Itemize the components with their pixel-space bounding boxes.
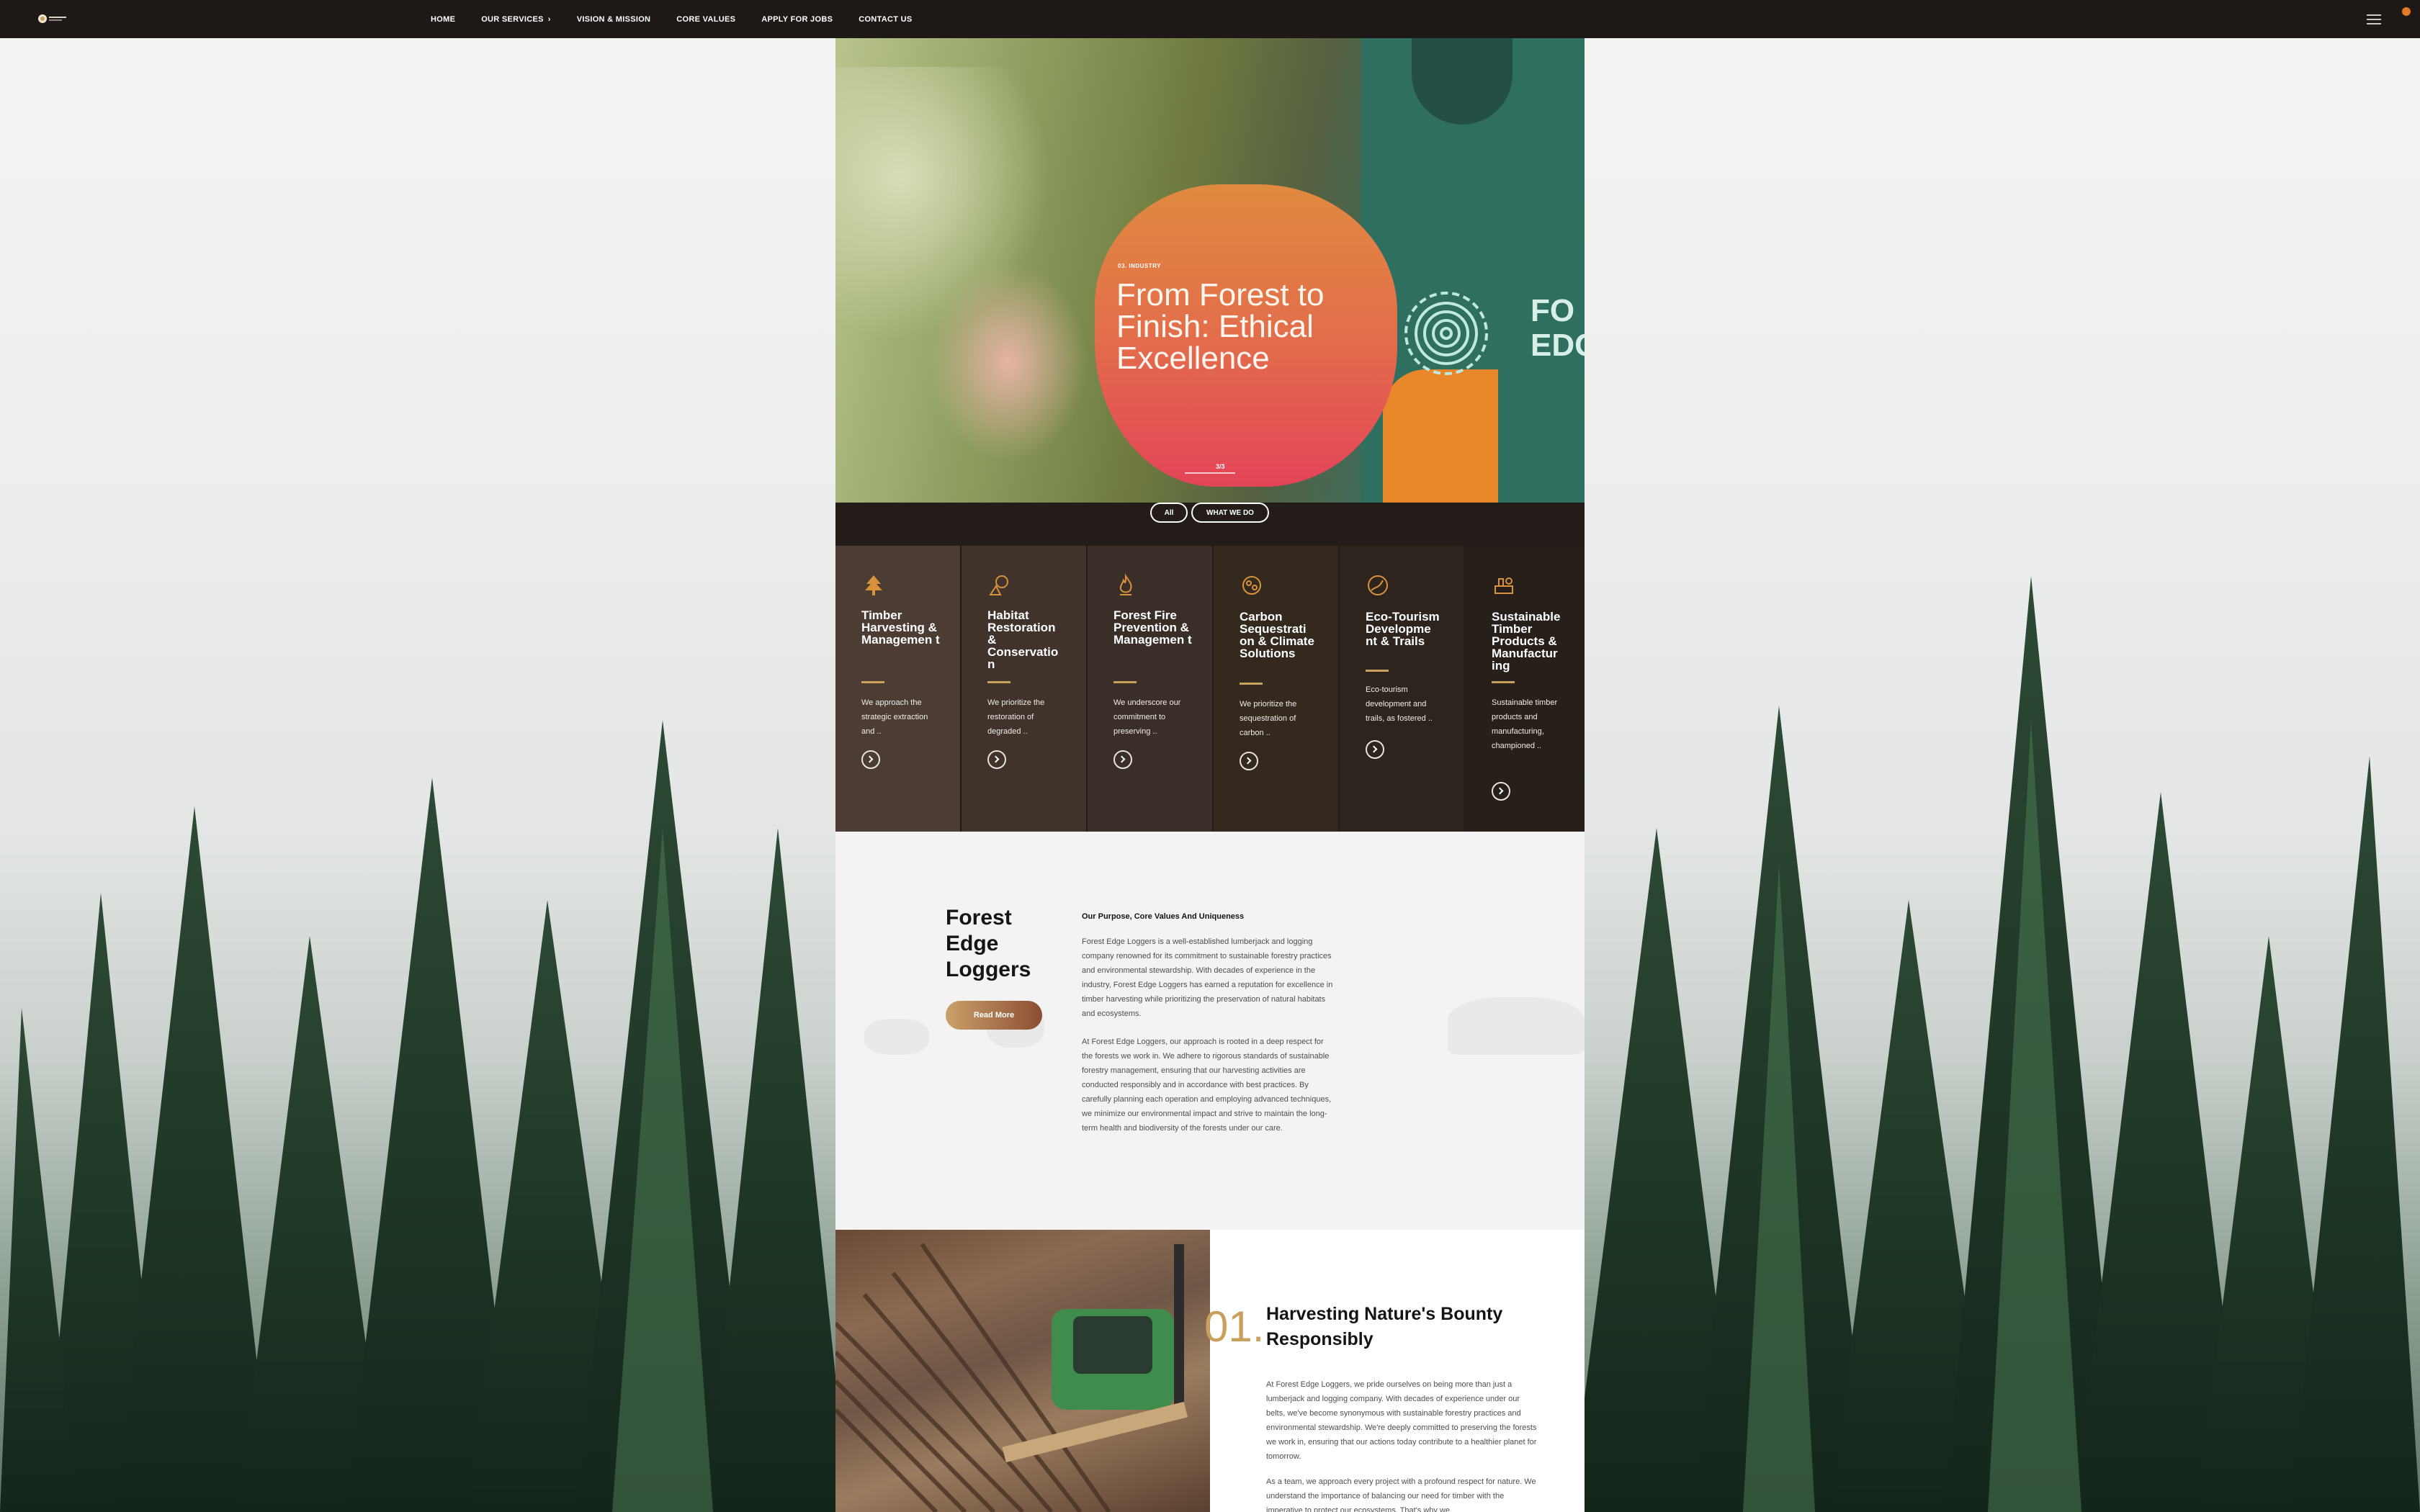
nav-contact-us[interactable]: CONTACT US — [859, 15, 912, 24]
service-card-carbon[interactable]: Carbon Sequestrati on & Climate Solution… — [1214, 546, 1338, 832]
service-divider — [861, 681, 884, 683]
log-stack-illustration — [835, 1243, 1188, 1512]
service-card-timber-products[interactable]: Sustainable Timber Products & Manufactur… — [1466, 546, 1585, 832]
arrow-right-icon[interactable] — [1113, 750, 1132, 769]
service-title: Sustainable Timber Products & Manufactur… — [1492, 610, 1561, 672]
service-divider — [1366, 670, 1389, 672]
service-title: Forest Fire Prevention & Managemen t — [1113, 608, 1192, 647]
service-title: Eco-Tourism Developme nt & Trails — [1366, 610, 1440, 648]
nav-apply-for-jobs[interactable]: APPLY FOR JOBS — [761, 15, 833, 24]
section-number: 01. — [1204, 1302, 1265, 1351]
hero-slider: FO EDG 03. INDUSTRY From Forest to Finis… — [835, 38, 1585, 503]
service-text: We underscore our commitment to preservi… — [1113, 698, 1181, 736]
notification-dot — [2402, 7, 2411, 16]
service-card-ecotourism[interactable]: Eco-Tourism Developme nt & Trails Eco-to… — [1340, 546, 1464, 832]
harvest-title: Harvesting Nature's Bounty Responsibly — [1266, 1304, 1503, 1349]
hamburger-menu-icon[interactable] — [2367, 14, 2381, 24]
service-title: Timber Harvesting & Managemen t — [861, 608, 940, 647]
service-text: We approach the strategic extraction and… — [861, 698, 928, 736]
harvest-paragraph-2: As a team, we approach every project wit… — [1266, 1477, 1536, 1512]
slide-counter: 3/3 — [1216, 463, 1225, 470]
service-card-fire[interactable]: Forest Fire Prevention & Managemen t We … — [1088, 546, 1212, 832]
service-card-timber[interactable]: Timber Harvesting & Managemen t We appro… — [835, 546, 960, 832]
carbon-icon — [1242, 576, 1261, 595]
service-text: We prioritize the sequestration of carbo… — [1240, 700, 1297, 737]
services-section: All WHAT WE DO Timber Harvesting & Manag… — [835, 503, 1585, 832]
service-divider — [1240, 683, 1263, 685]
main-content: FO EDG 03. INDUSTRY From Forest to Finis… — [835, 38, 1585, 1512]
arrow-right-icon[interactable] — [1366, 740, 1384, 759]
about-subtitle: Our Purpose, Core Values And Uniqueness — [1082, 912, 1245, 921]
service-card-habitat[interactable]: Habitat Restoration & Conservatio n We p… — [962, 546, 1086, 832]
nav-our-services[interactable]: OUR SERVICES › — [481, 15, 551, 24]
habitat-icon — [989, 575, 1008, 595]
flame-icon — [1119, 573, 1132, 595]
hero-bokeh-pink — [922, 254, 1095, 470]
arrow-right-icon[interactable] — [1240, 752, 1258, 770]
sawmill-icon — [1494, 577, 1513, 594]
arrow-right-icon[interactable] — [1492, 782, 1510, 801]
about-title: Forest Edge Loggers — [946, 906, 1031, 981]
harvest-section: 01. Harvesting Nature's Bounty Responsib… — [835, 1230, 1585, 1512]
saw-blade-logo-icon — [1404, 292, 1488, 375]
arrow-right-icon[interactable] — [987, 750, 1006, 769]
harvest-paragraph-1: At Forest Edge Loggers, we pride ourselv… — [1266, 1380, 1537, 1461]
company-logo[interactable] — [37, 13, 68, 24]
nav-core-values[interactable]: CORE VALUES — [676, 15, 735, 24]
about-paragraph-1: Forest Edge Loggers is a well-establishe… — [1082, 937, 1333, 1018]
read-more-button[interactable]: Read More — [946, 1001, 1042, 1030]
slider-progress[interactable] — [1185, 472, 1235, 474]
about-paragraph-2: At Forest Edge Loggers, our approach is … — [1082, 1038, 1332, 1133]
ghost-shape — [864, 1019, 929, 1055]
harvester-machine-image — [835, 1230, 1210, 1512]
service-title: Habitat Restoration & Conservatio n — [987, 608, 1059, 671]
slide-title: From Forest to Finish: Ethical Excellenc… — [1116, 277, 1325, 376]
top-navbar: HOME OUR SERVICES › VISION & MISSION COR… — [0, 0, 2420, 38]
service-divider — [987, 681, 1010, 683]
trail-icon — [1368, 575, 1388, 595]
arrow-right-icon[interactable] — [861, 750, 880, 769]
slide-tag: 03. INDUSTRY — [1118, 263, 1161, 269]
tree-icon — [865, 575, 882, 595]
service-text: Sustainable timber products and manufact… — [1492, 698, 1558, 750]
filter-what-we-do[interactable]: WHAT WE DO — [1191, 503, 1269, 523]
ghost-shape — [1448, 997, 1585, 1055]
service-text: Eco-tourism development and trails, as f… — [1366, 685, 1433, 723]
service-divider — [1113, 681, 1137, 683]
about-section: Forest Edge Loggers Read More Our Purpos… — [835, 832, 1585, 1230]
service-title: Carbon Sequestrati on & Climate Solution… — [1240, 610, 1314, 660]
service-text: We prioritize the restoration of degrade… — [987, 698, 1045, 736]
shirt-print-text: FO EDG — [1531, 293, 1585, 363]
chevron-right-icon: › — [547, 14, 551, 24]
hero-orange-sleeve — [1383, 369, 1498, 503]
nav-home[interactable]: HOME — [431, 15, 455, 24]
main-nav: HOME OUR SERVICES › VISION & MISSION COR… — [431, 0, 938, 38]
service-divider — [1492, 681, 1515, 683]
nav-vision-mission[interactable]: VISION & MISSION — [577, 15, 651, 24]
filter-all[interactable]: All — [1150, 503, 1188, 523]
